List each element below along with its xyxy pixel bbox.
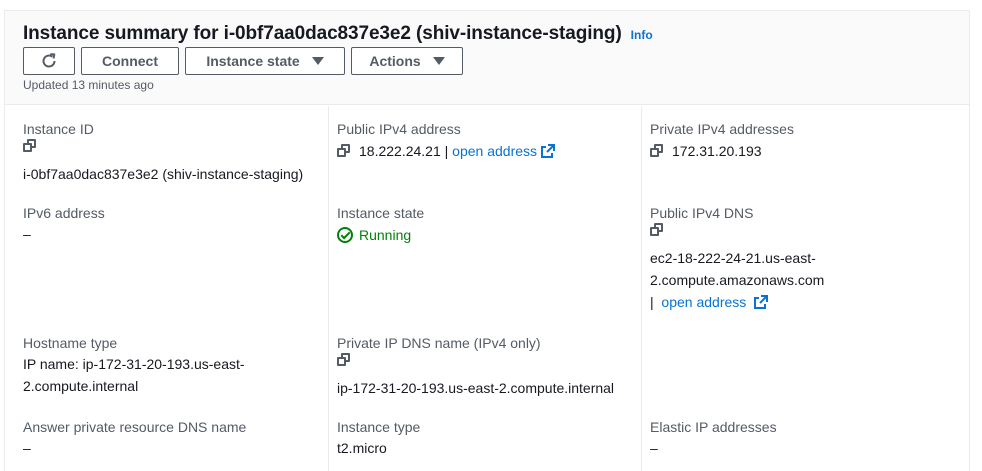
public-ipv4-value: 18.222.24.21	[359, 143, 441, 159]
instance-id-value: i-0bf7aa0dac837e3e2 (shiv-instance-stagi…	[23, 166, 304, 182]
field-elastic-ip: Elastic IP addresses –	[650, 417, 777, 459]
hostname-type-value-line2: 2.compute.internal	[23, 378, 139, 394]
copy-icon[interactable]	[23, 139, 37, 163]
elastic-ip-value: –	[650, 440, 658, 456]
external-link-icon[interactable]	[541, 144, 556, 158]
separator: |	[650, 294, 658, 310]
summary-header: Instance summary for i-0bf7aa0dac837e3e2…	[5, 11, 969, 105]
column-divider	[641, 106, 642, 471]
field-public-dns: Public IPv4 DNS ec2-18-222-24-21.us-east…	[650, 203, 824, 313]
field-label: Answer private resource DNS name	[23, 419, 247, 435]
field-hostname-type: Hostname type IP name: ip-172-31-20-193.…	[23, 333, 245, 397]
hostname-type-value-line1: IP name: ip-172-31-20-193.us-east-	[23, 356, 245, 372]
field-instance-state: Instance state Running	[337, 203, 424, 247]
caret-down-icon	[311, 57, 324, 65]
separator: |	[440, 143, 453, 159]
updated-timestamp: Updated 13 minutes ago	[23, 78, 154, 92]
column-divider	[328, 106, 329, 471]
field-public-ipv4: Public IPv4 address 18.222.24.21 | open …	[337, 119, 556, 163]
private-dns-value: ip-172-31-20-193.us-east-2.compute.inter…	[337, 380, 615, 396]
public-dns-link-line: | open address	[650, 291, 824, 313]
field-instance-id: Instance ID i-0bf7aa0dac837e3e2 (shiv-in…	[23, 119, 303, 185]
field-label: Public IPv4 DNS	[650, 205, 754, 221]
actions-label: Actions	[369, 53, 421, 69]
public-ipv4-line: 18.222.24.21 | open address	[337, 139, 556, 163]
answer-dns-value: –	[23, 440, 31, 456]
instance-summary-panel: Instance summary for i-0bf7aa0dac837e3e2…	[4, 10, 970, 471]
copy-icon[interactable]	[650, 144, 664, 158]
public-dns-value-line2: 2.compute.amazonaws.com	[650, 272, 825, 288]
title-row: Instance summary for i-0bf7aa0dac837e3e2…	[23, 23, 653, 45]
info-link[interactable]: Info	[631, 28, 653, 42]
field-label: Private IP DNS name (IPv4 only)	[337, 335, 541, 351]
private-ipv4-value: 172.31.20.193	[672, 143, 762, 159]
instance-state-dropdown[interactable]: Instance state	[185, 47, 345, 75]
ipv6-value: –	[23, 226, 31, 242]
field-label: Elastic IP addresses	[650, 419, 777, 435]
private-ipv4-line: 172.31.20.193	[650, 139, 794, 163]
external-link-icon[interactable]	[754, 295, 769, 309]
check-circle-icon	[337, 227, 353, 243]
field-label: Hostname type	[23, 335, 118, 351]
page-title: Instance summary for i-0bf7aa0dac837e3e2…	[23, 23, 622, 44]
copy-icon[interactable]	[337, 144, 351, 158]
open-address-link[interactable]: open address	[452, 140, 537, 162]
field-label: IPv6 address	[23, 205, 105, 221]
connect-button[interactable]: Connect	[81, 47, 179, 75]
field-instance-type: Instance type t2.micro	[337, 417, 420, 459]
instance-type-value: t2.micro	[337, 440, 387, 456]
instance-state-label: Instance state	[206, 53, 300, 69]
field-label: Instance type	[337, 419, 421, 435]
field-answer-dns: Answer private resource DNS name –	[23, 417, 246, 459]
toolbar: Connect Instance state Actions	[23, 47, 463, 75]
actions-dropdown[interactable]: Actions	[351, 47, 463, 75]
field-label: Instance state	[337, 205, 425, 221]
open-address-link[interactable]: open address	[661, 294, 746, 310]
public-dns-value-line1: ec2-18-222-24-21.us-east-	[650, 250, 816, 266]
field-private-dns: Private IP DNS name (IPv4 only) ip-172-3…	[337, 333, 614, 399]
refresh-button[interactable]	[23, 47, 75, 75]
status-badge: Running	[337, 223, 424, 247]
field-private-ipv4: Private IPv4 addresses 172.31.20.193	[650, 119, 794, 163]
connect-button-label: Connect	[102, 53, 158, 69]
copy-icon[interactable]	[337, 353, 351, 377]
field-ipv6: IPv6 address –	[23, 203, 105, 245]
caret-down-icon	[432, 57, 445, 65]
field-label: Private IPv4 addresses	[650, 121, 794, 137]
field-label: Instance ID	[23, 121, 94, 137]
instance-state-value: Running	[359, 227, 412, 243]
refresh-icon	[42, 53, 56, 68]
field-label: Public IPv4 address	[337, 121, 461, 137]
copy-icon[interactable]	[650, 223, 664, 247]
